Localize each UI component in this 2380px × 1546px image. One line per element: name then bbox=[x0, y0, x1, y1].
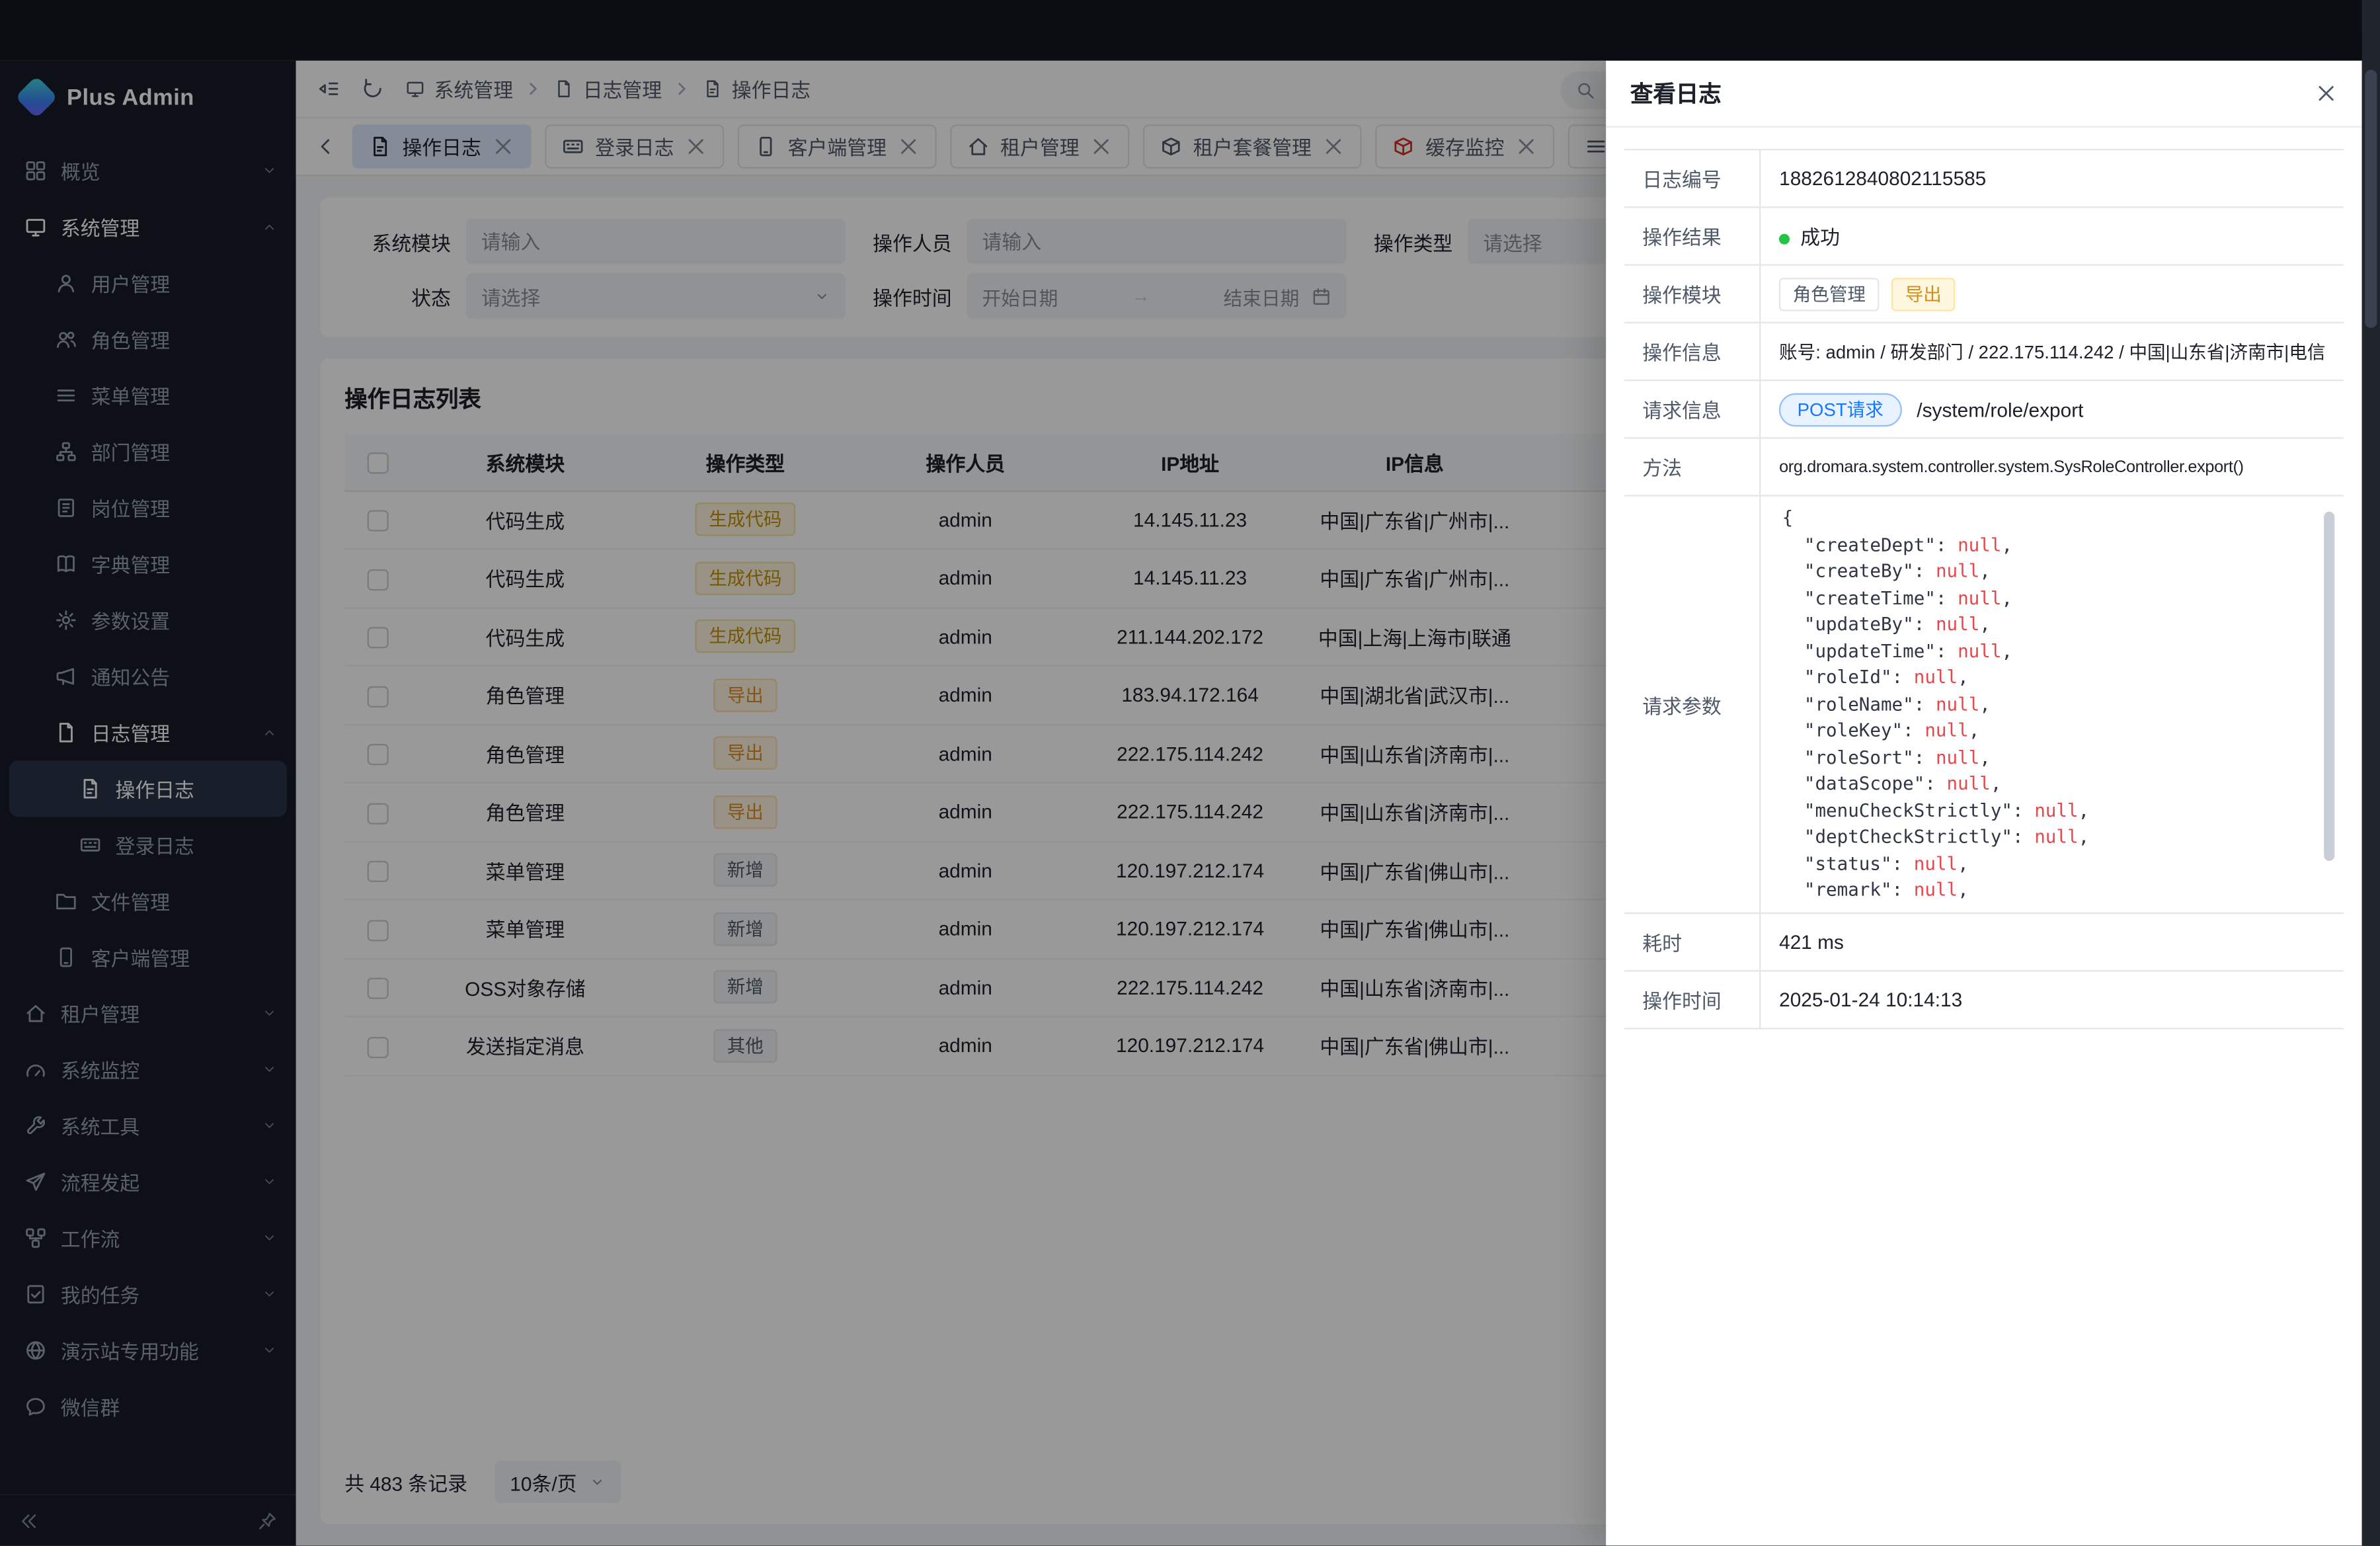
post-method-tag: POST请求 bbox=[1779, 393, 1901, 427]
log-detail-table: 日志编号 1882612840802115585 操作结果 成功 操作模块 角色… bbox=[1624, 149, 2344, 1030]
module-tag: 角色管理 bbox=[1779, 277, 1880, 311]
detail-row-result: 操作结果 成功 bbox=[1624, 207, 2344, 264]
close-icon[interactable] bbox=[2315, 82, 2337, 104]
request-url: /system/role/export bbox=[1917, 398, 2083, 421]
code-scrollbar-thumb[interactable] bbox=[2324, 512, 2334, 861]
detail-label: 操作信息 bbox=[1624, 323, 1761, 380]
detail-label: 请求参数 bbox=[1624, 496, 1761, 913]
detail-row-request: 请求信息 POST请求/system/role/export bbox=[1624, 380, 2344, 438]
detail-label: 操作时间 bbox=[1624, 971, 1761, 1028]
operation-type-tag: 导出 bbox=[1891, 277, 1955, 311]
detail-row-log-id: 日志编号 1882612840802115585 bbox=[1624, 149, 2344, 207]
success-dot-icon bbox=[1779, 234, 1790, 245]
operation-time-value: 2025-01-24 10:14:13 bbox=[1760, 971, 2344, 1028]
detail-row-info: 操作信息 账号: admin / 研发部门 / 222.175.114.242 … bbox=[1624, 323, 2344, 380]
detail-label: 请求信息 bbox=[1624, 380, 1761, 438]
result-value: 成功 bbox=[1800, 226, 1840, 249]
detail-label: 耗时 bbox=[1624, 913, 1761, 971]
log-id-value: 1882612840802115585 bbox=[1760, 149, 2344, 207]
page-scrollbar-thumb[interactable] bbox=[2365, 70, 2377, 328]
request-params-code[interactable]: { "createDept": null, "createBy": null, … bbox=[1782, 506, 2341, 904]
drawer-title: 查看日志 bbox=[1630, 77, 1722, 109]
screen: Plus Admin 概览 系统管理 用户管理 角色管理 菜单管理 部门管理 岗… bbox=[0, 0, 2380, 1545]
detail-row-duration: 耗时 421 ms bbox=[1624, 913, 2344, 971]
operation-info-value: 账号: admin / 研发部门 / 222.175.114.242 / 中国|… bbox=[1760, 323, 2344, 380]
detail-row-time: 操作时间 2025-01-24 10:14:13 bbox=[1624, 971, 2344, 1028]
page-scrollbar[interactable] bbox=[2362, 0, 2380, 1545]
view-log-drawer: 查看日志 日志编号 1882612840802115585 操作结果 成功 操作… bbox=[1606, 61, 2361, 1545]
detail-label: 操作模块 bbox=[1624, 265, 1761, 323]
drawer-body: 日志编号 1882612840802115585 操作结果 成功 操作模块 角色… bbox=[1606, 128, 2361, 1051]
drawer-header: 查看日志 bbox=[1606, 61, 2361, 128]
detail-label: 方法 bbox=[1624, 438, 1761, 495]
detail-label: 操作结果 bbox=[1624, 207, 1761, 264]
method-value: org.dromara.system.controller.system.Sys… bbox=[1760, 438, 2344, 495]
detail-row-module: 操作模块 角色管理导出 bbox=[1624, 265, 2344, 323]
detail-row-method: 方法 org.dromara.system.controller.system.… bbox=[1624, 438, 2344, 495]
detail-row-params: 请求参数 { "createDept": null, "createBy": n… bbox=[1624, 496, 2344, 913]
detail-label: 日志编号 bbox=[1624, 149, 1761, 207]
duration-value: 421 ms bbox=[1760, 913, 2344, 971]
